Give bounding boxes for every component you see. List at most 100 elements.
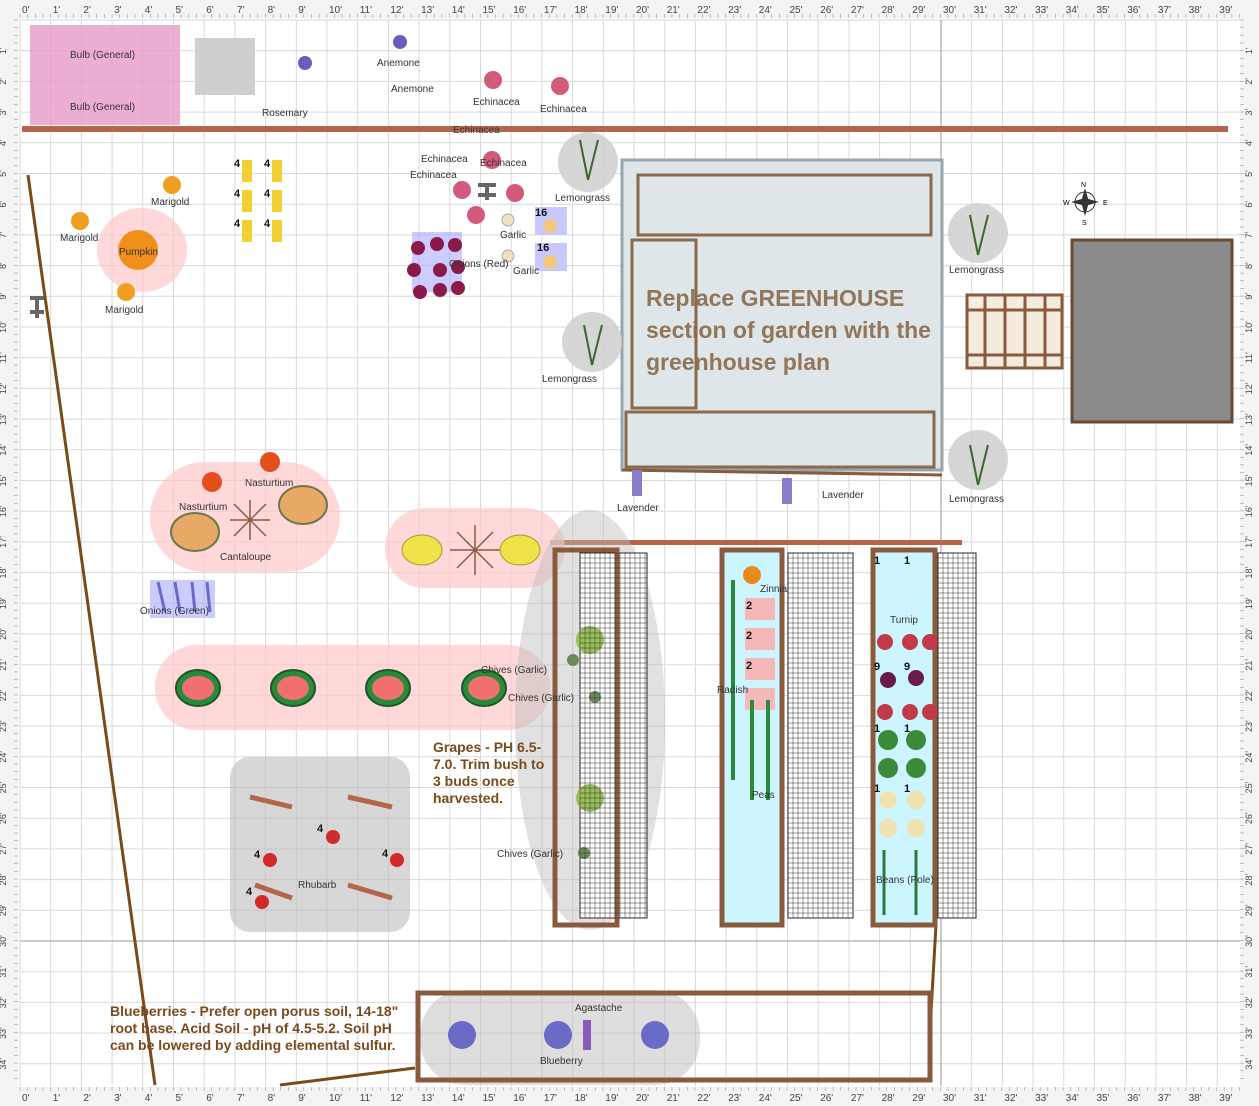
plant-label: Lemongrass	[949, 494, 1005, 505]
ruler-label: 20'	[636, 5, 649, 16]
ruler-label: 21'	[667, 5, 680, 16]
qty-badge: 4	[234, 188, 241, 200]
ruler-label: 38'	[1189, 5, 1202, 16]
ruler-label: 11'	[360, 5, 372, 16]
plant-label: Lemongrass	[542, 374, 598, 385]
ruler-label: 13'	[421, 1093, 434, 1104]
greenhouse-note[interactable]: Replace GREENHOUSE section of garden wit…	[646, 282, 946, 378]
lavender-icon[interactable]	[632, 470, 792, 504]
ruler-label: 24'	[759, 1093, 772, 1104]
ruler-label: 28'	[0, 873, 8, 885]
plant-label: Garlic	[500, 230, 527, 241]
plant-label: Echinacea	[410, 170, 457, 181]
plant-label: Lavender	[617, 503, 659, 514]
zinnia-icon[interactable]	[743, 566, 761, 584]
ruler-label: 13'	[1244, 413, 1254, 425]
ruler-label: 10'	[0, 321, 8, 333]
echinacea-icon[interactable]	[551, 77, 569, 95]
plant-label: Chives (Garlic)	[508, 693, 575, 704]
ruler-label: 20'	[636, 1093, 649, 1104]
ruler-label: 27'	[0, 843, 8, 855]
ruler-label: 26'	[1244, 812, 1254, 824]
ruler-label: 29'	[0, 904, 8, 916]
echinacea-icon[interactable]	[506, 184, 524, 202]
path-line-bottom[interactable]	[279, 1066, 416, 1087]
ruler-label: 30'	[943, 1093, 956, 1104]
echinacea-icon[interactable]	[467, 206, 485, 224]
ruler-label: 26'	[820, 1093, 833, 1104]
raised-bed-peas[interactable]	[719, 547, 854, 928]
ruler-label: 3'	[114, 5, 122, 16]
ruler-label: 25'	[790, 5, 803, 16]
rosemary-icon[interactable]	[195, 38, 255, 95]
plant-label: Turnip	[890, 615, 918, 626]
qty-badge: 1	[874, 783, 881, 795]
ruler-label: 1'	[1244, 47, 1254, 54]
anemone-icon[interactable]	[298, 56, 312, 70]
ruler-label: 12'	[390, 1093, 403, 1104]
ruler-label: 31'	[974, 5, 987, 16]
ruler-label: 22'	[1244, 689, 1254, 701]
ruler-label: 38'	[1189, 1093, 1202, 1104]
echinacea-icon[interactable]	[453, 181, 471, 199]
plant-label: Marigold	[60, 233, 99, 244]
ruler-label: 32'	[1004, 5, 1017, 16]
shed[interactable]	[1070, 238, 1234, 424]
ruler-label: 23'	[728, 5, 741, 16]
blueberries-note[interactable]: Blueberries - Prefer open porus soil, 14…	[110, 1003, 415, 1054]
garden-canvas[interactable]: 0' 1' 2' 3' 4' 5' 6' 7' 8' 9' 10' 11' 12' 13' 14' 15' 16…	[0, 0, 1259, 1106]
grapes-note[interactable]: Grapes - PH 6.5-7.0. Trim bush to 3 buds…	[433, 739, 548, 807]
left-ruler: 1' 2' 3' 4' 5' 6' 7' 8' 9' 10' 11' 12' 13' 14' 15' 16' 1…	[0, 0, 18, 1106]
ruler-label: 5'	[0, 170, 8, 177]
plant-label: Bulb (General)	[70, 102, 136, 113]
marigold-icon[interactable]	[117, 283, 135, 301]
ruler-label: 19'	[605, 1093, 618, 1104]
echinacea-icon[interactable]	[484, 71, 502, 89]
ruler-label: 27'	[851, 1093, 864, 1104]
ruler-label: 3'	[1244, 108, 1254, 115]
trellis[interactable]	[965, 293, 1064, 370]
marigold-icon[interactable]	[71, 212, 89, 230]
ruler-label: 9'	[1244, 293, 1254, 300]
plant-label: Nasturtium	[179, 502, 228, 513]
plant-label: Pumpkin	[119, 247, 158, 258]
ruler-label: 34'	[1244, 1058, 1254, 1070]
ruler-label: 4'	[145, 5, 153, 16]
qty-badge: 4	[382, 848, 389, 860]
ruler-label: 33'	[1035, 1093, 1048, 1104]
ruler-label: 10'	[329, 1093, 342, 1104]
ruler-label: 30'	[1244, 935, 1254, 947]
ruler-label: 16'	[513, 5, 526, 16]
garden-planner[interactable]: 0' 1' 2' 3' 4' 5' 6' 7' 8' 9' 10' 11' 12' 13' 14' 15' 16…	[0, 0, 1259, 1106]
qty-badge: 1	[874, 723, 881, 735]
ruler-label: 11'	[360, 1093, 372, 1104]
plant-label: Chives (Garlic)	[481, 665, 548, 676]
ruler-label: 37'	[1158, 5, 1171, 16]
ruler-label: 30'	[943, 5, 956, 16]
ruler-label: 4'	[0, 139, 8, 146]
ruler-label: 39'	[1219, 5, 1232, 16]
marigold-icon[interactable]	[163, 176, 181, 194]
ruler-label: 3'	[0, 108, 8, 115]
ruler-label: 16'	[0, 505, 8, 517]
fence-top[interactable]	[22, 126, 1228, 132]
plant-label: Radish	[717, 685, 749, 696]
ruler-label: 14'	[452, 5, 465, 16]
tap-icon[interactable]	[30, 296, 44, 318]
ruler-label: 8'	[268, 1093, 276, 1104]
ruler-label: 32'	[1244, 996, 1254, 1008]
anemone-icon[interactable]	[393, 35, 407, 49]
ruler-label: 5'	[1244, 170, 1254, 177]
qty-badge: 4	[234, 158, 241, 170]
ruler-label: 18'	[0, 566, 8, 578]
ruler-label: 1'	[53, 1093, 61, 1104]
agastache-icon[interactable]	[583, 1020, 591, 1050]
ruler-label: 20'	[0, 628, 8, 640]
ruler-label: 37'	[1158, 1093, 1171, 1104]
ruler-label: 24'	[0, 751, 8, 763]
ruler-label: 1'	[53, 5, 61, 16]
corn-icon[interactable]	[242, 160, 282, 242]
ruler-label: 4'	[145, 1093, 153, 1104]
ruler-label: 23'	[728, 1093, 741, 1104]
ruler-label: 18'	[575, 1093, 588, 1104]
